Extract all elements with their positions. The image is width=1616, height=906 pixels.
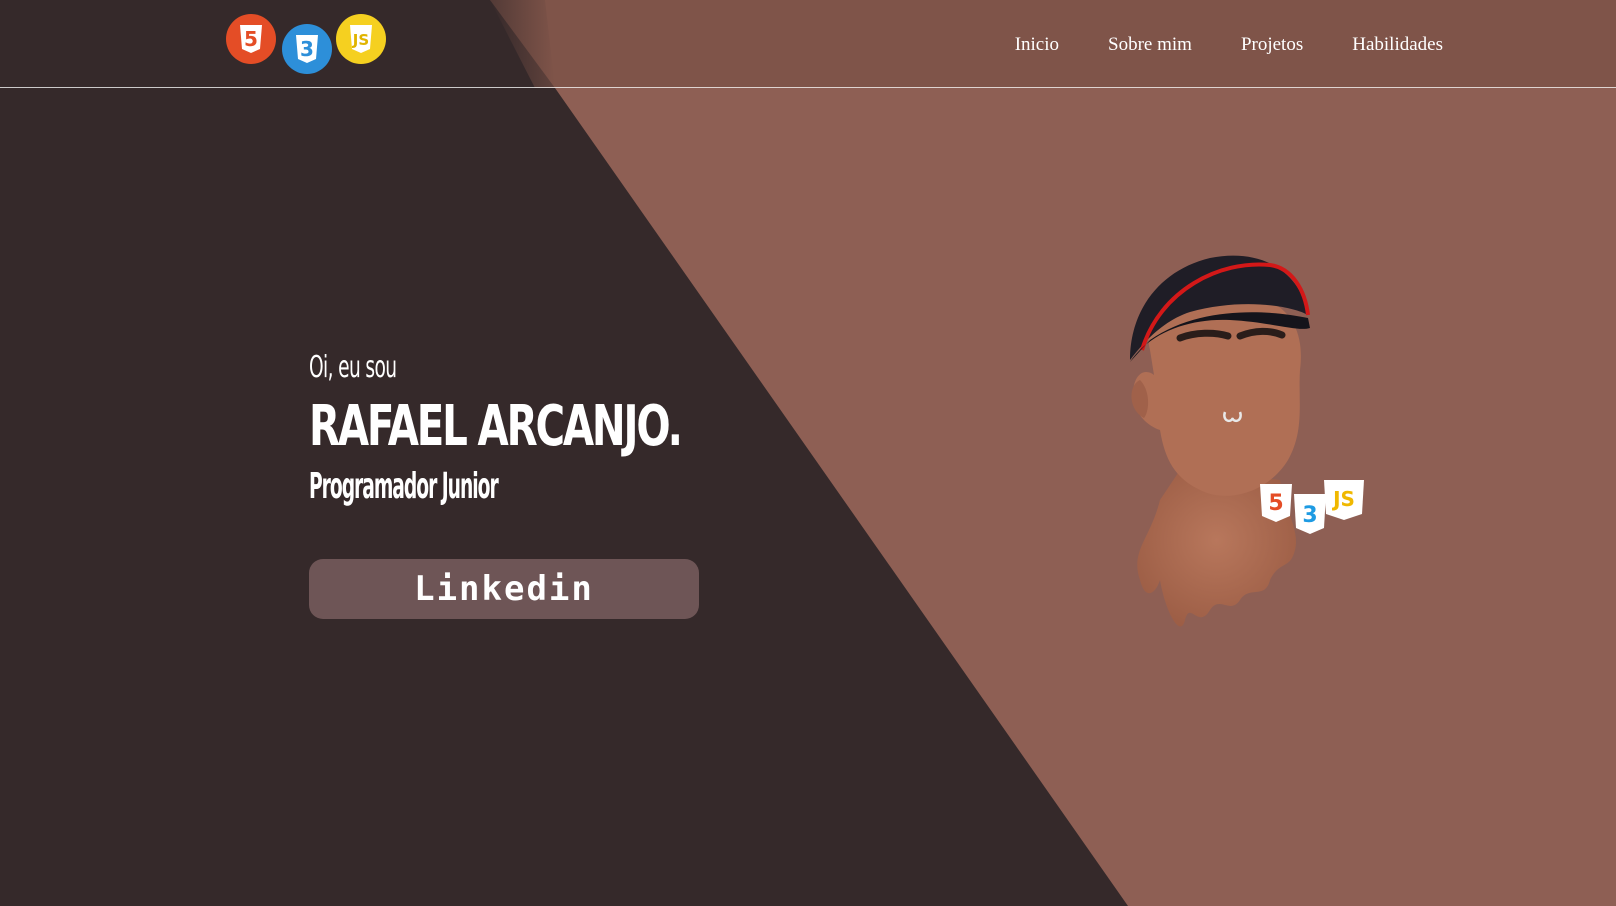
svg-text:3: 3 — [300, 37, 314, 61]
svg-text:5: 5 — [244, 27, 258, 51]
svg-text:3: 3 — [1302, 503, 1317, 528]
svg-text:JS: JS — [1331, 487, 1355, 511]
main-nav: Inicio Sobre mim Projetos Habilidades — [1015, 34, 1443, 56]
linkedin-button[interactable]: Linkedin — [309, 559, 699, 619]
nav-link-habilidades[interactable]: Habilidades — [1352, 34, 1443, 56]
hero-role: Programador Junior — [309, 466, 499, 507]
svg-text:JS: JS — [352, 31, 369, 49]
html5-logo-icon: 5 — [226, 14, 276, 64]
nav-link-sobre-mim[interactable]: Sobre mim — [1108, 34, 1192, 56]
nav-link-inicio[interactable]: Inicio — [1015, 34, 1059, 56]
svg-text:5: 5 — [1268, 491, 1283, 516]
hero-section: Oi, eu sou RAFAEL ARCANJO. Programador J… — [309, 350, 729, 509]
tech-logos[interactable]: 5 3 JS — [226, 12, 396, 78]
nav-link-projetos[interactable]: Projetos — [1241, 34, 1303, 56]
javascript-logo-icon: JS — [336, 14, 386, 64]
avatar-illustration: 5 3 JS — [1120, 250, 1410, 660]
css3-logo-icon: 3 — [282, 24, 332, 74]
hero-greeting: Oi, eu sou — [309, 350, 397, 385]
site-header: 5 3 JS Inicio Sobre mim Projetos Habilid… — [0, 0, 1616, 88]
hero-name: RAFAEL ARCANJO. — [309, 394, 683, 459]
